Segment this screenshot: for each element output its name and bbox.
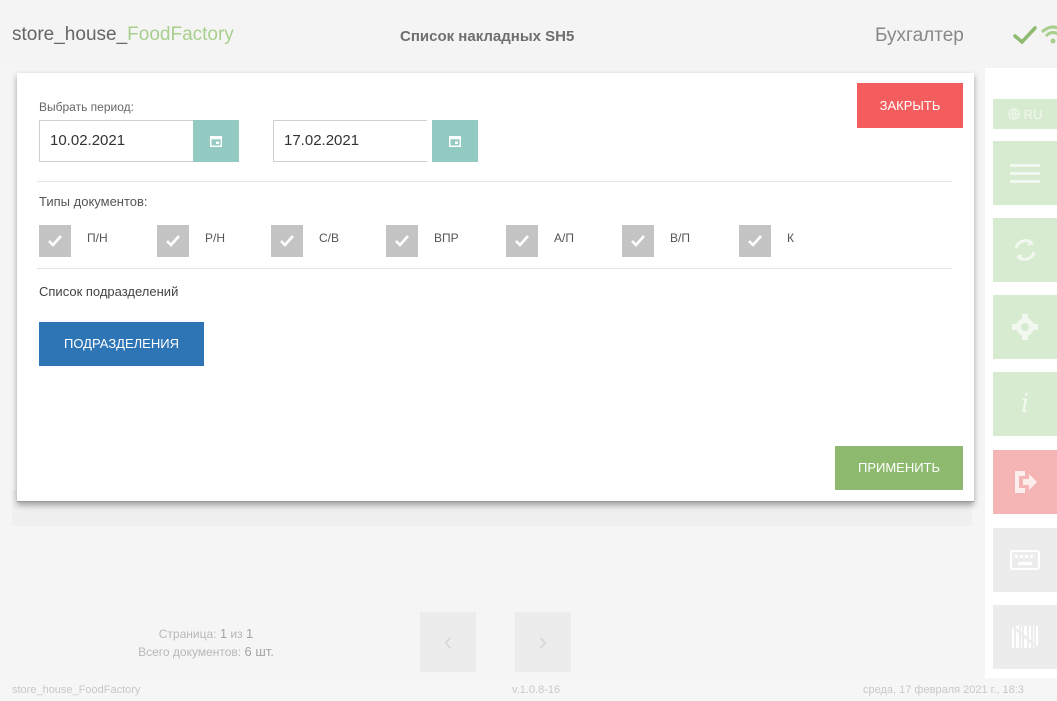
- menu-button[interactable]: [993, 141, 1057, 205]
- period-label: Выбрать период:: [39, 100, 134, 114]
- keyboard-button[interactable]: [993, 528, 1057, 592]
- doc-type-label: С/В: [319, 231, 340, 245]
- divider: [37, 268, 952, 269]
- calendar-icon: [449, 136, 461, 147]
- doc-type-label: Р/Н: [205, 231, 226, 245]
- checkbox-box[interactable]: [157, 225, 189, 257]
- keyboard-icon: [1010, 550, 1040, 570]
- footer: store_house_FoodFactory v.1.0.8-16 среда…: [0, 678, 1057, 701]
- next-page-button[interactable]: ›: [515, 612, 571, 672]
- pager-info: Страница: 1 из 1 Всего документов: 6 шт.: [116, 625, 296, 661]
- language-button[interactable]: RU: [993, 99, 1057, 129]
- doc-types-label: Типы документов:: [39, 194, 148, 209]
- checkbox-box[interactable]: [506, 225, 538, 257]
- doc-type-checkbox-ap[interactable]: А/П: [506, 225, 574, 257]
- checkbox-box[interactable]: [271, 225, 303, 257]
- doc-type-label: А/П: [554, 231, 574, 245]
- check-icon: [48, 235, 62, 247]
- footer-app-name: store_house_FoodFactory: [12, 684, 141, 696]
- prev-page-button[interactable]: ‹: [420, 612, 476, 672]
- doc-type-checkbox-pn[interactable]: П/Н: [39, 225, 108, 257]
- date-to-calendar-button[interactable]: [432, 120, 478, 162]
- checkbox-box[interactable]: [622, 225, 654, 257]
- user-role[interactable]: Бухгалтер: [875, 25, 964, 47]
- calendar-icon: [210, 136, 222, 147]
- globe-icon: [1007, 108, 1020, 120]
- gear-icon: [1012, 314, 1038, 340]
- check-icon: [166, 235, 180, 247]
- subdivisions-button[interactable]: ПОДРАЗДЕЛЕНИЯ: [39, 322, 204, 366]
- date-from-input[interactable]: 10.02.2021: [39, 120, 193, 162]
- apply-button[interactable]: ПРИМЕНИТЬ: [835, 446, 963, 490]
- logout-button[interactable]: [993, 450, 1057, 514]
- menu-icon: [1010, 164, 1040, 183]
- doc-type-label: П/Н: [87, 231, 108, 245]
- subdivisions-label: Список подразделений: [39, 284, 179, 299]
- divider: [37, 181, 952, 182]
- top-bar: store_house_FoodFactory Список накладных…: [0, 0, 1057, 68]
- barcode-button[interactable]: [993, 605, 1057, 669]
- footer-version: v.1.0.8-16: [512, 684, 561, 696]
- app-title-accent: FoodFactory: [127, 24, 234, 45]
- doc-type-label: ВПР: [434, 231, 459, 245]
- doc-type-checkbox-sv[interactable]: С/В: [271, 225, 339, 257]
- doc-type-label: К: [787, 231, 794, 245]
- settings-button[interactable]: [993, 295, 1057, 359]
- date-to-input[interactable]: 17.02.2021: [273, 120, 427, 162]
- app-title-prefix: store_house_: [12, 24, 128, 45]
- doc-type-checkbox-vp[interactable]: В/П: [622, 225, 690, 257]
- info-icon: i: [1020, 389, 1030, 419]
- checkbox-box[interactable]: [386, 225, 418, 257]
- footer-datetime: среда, 17 февраля 2021 г., 18:3: [863, 684, 1024, 696]
- logout-icon: [1015, 471, 1037, 493]
- check-icon: [395, 235, 409, 247]
- doc-type-checkbox-vpr[interactable]: ВПР: [386, 225, 459, 257]
- date-from-calendar-button[interactable]: [193, 120, 239, 162]
- filter-dialog: Выбрать период: 10.02.2021 17.02.2021 ЗА…: [17, 73, 974, 502]
- barcode-icon: [1010, 624, 1040, 650]
- doc-type-label: В/П: [670, 231, 690, 245]
- sync-icon: [1014, 239, 1036, 261]
- check-icon: [631, 235, 645, 247]
- page-counter: Страница: 1 из 1: [158, 626, 254, 641]
- check-icon: [515, 235, 529, 247]
- app-title: store_house_FoodFactory: [12, 24, 234, 46]
- documents-total: Всего документов: 6 шт.: [138, 644, 274, 659]
- language-label: RU: [1023, 106, 1043, 122]
- checkbox-box[interactable]: [739, 225, 771, 257]
- info-button[interactable]: i: [993, 372, 1057, 436]
- check-icon: [748, 235, 762, 247]
- check-icon: [280, 235, 294, 247]
- wifi-icon: [1040, 25, 1057, 44]
- checkbox-box[interactable]: [39, 225, 71, 257]
- page-title: Список накладных SH5: [400, 28, 575, 45]
- sync-button[interactable]: [993, 218, 1057, 282]
- doc-type-checkbox-k[interactable]: К: [739, 225, 794, 257]
- check-icon: [1013, 26, 1037, 45]
- close-button[interactable]: ЗАКРЫТЬ: [857, 83, 963, 128]
- doc-type-checkbox-rn[interactable]: Р/Н: [157, 225, 225, 257]
